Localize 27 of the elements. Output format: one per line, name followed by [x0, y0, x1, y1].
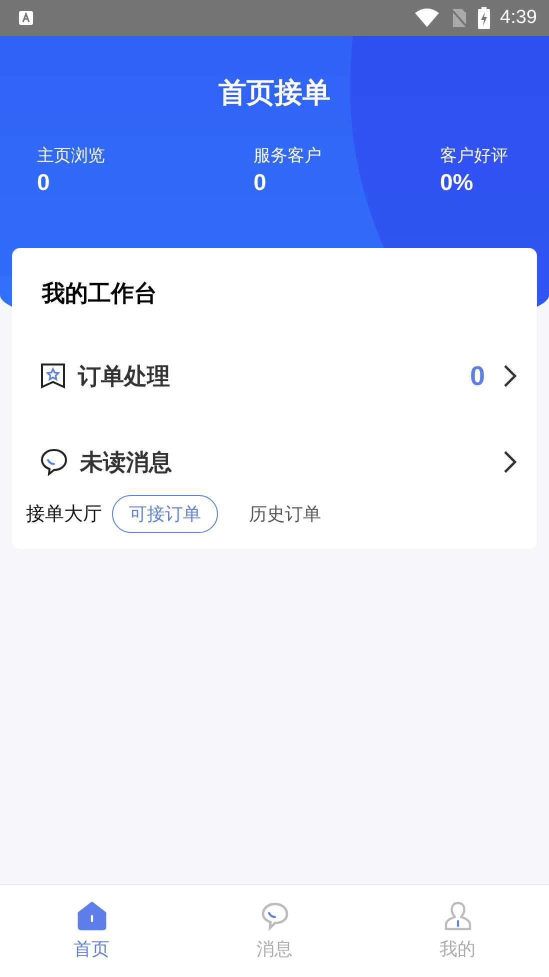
chevron-right-icon	[503, 450, 517, 474]
battery-charging-icon	[478, 7, 490, 29]
stat-value: 0	[254, 169, 268, 196]
home-icon	[76, 901, 106, 931]
stat-label: 主页浏览	[37, 145, 106, 167]
no-sim-icon	[450, 8, 468, 28]
chat-bubble-icon	[40, 448, 68, 476]
stat-value: 0	[37, 169, 51, 196]
section-label: 接单大厅	[26, 502, 102, 527]
wifi-icon	[414, 8, 440, 28]
nav-tab[interactable]: 消息	[183, 885, 366, 977]
order-count: 0	[470, 360, 485, 392]
keyboard-notification-icon	[18, 10, 34, 26]
stat-label: 客户好评	[440, 145, 509, 167]
nav-tab[interactable]: 首页	[0, 885, 183, 977]
stat-value: 0%	[440, 169, 474, 196]
page-title: 首页接单	[218, 75, 332, 111]
chat-bubble-icon	[260, 901, 290, 931]
nav-tab[interactable]: 我的	[366, 885, 549, 977]
stat-label: 服务客户	[254, 145, 322, 167]
person-icon	[442, 901, 472, 931]
menu-row[interactable]: 订单处理 0	[12, 333, 537, 419]
order-tab[interactable]: 可接订单	[112, 495, 218, 533]
clock-time: 4:39	[500, 7, 537, 29]
bookmark-star-icon	[40, 363, 66, 389]
chevron-right-icon	[503, 364, 517, 388]
card-title: 我的工作台	[40, 280, 158, 309]
